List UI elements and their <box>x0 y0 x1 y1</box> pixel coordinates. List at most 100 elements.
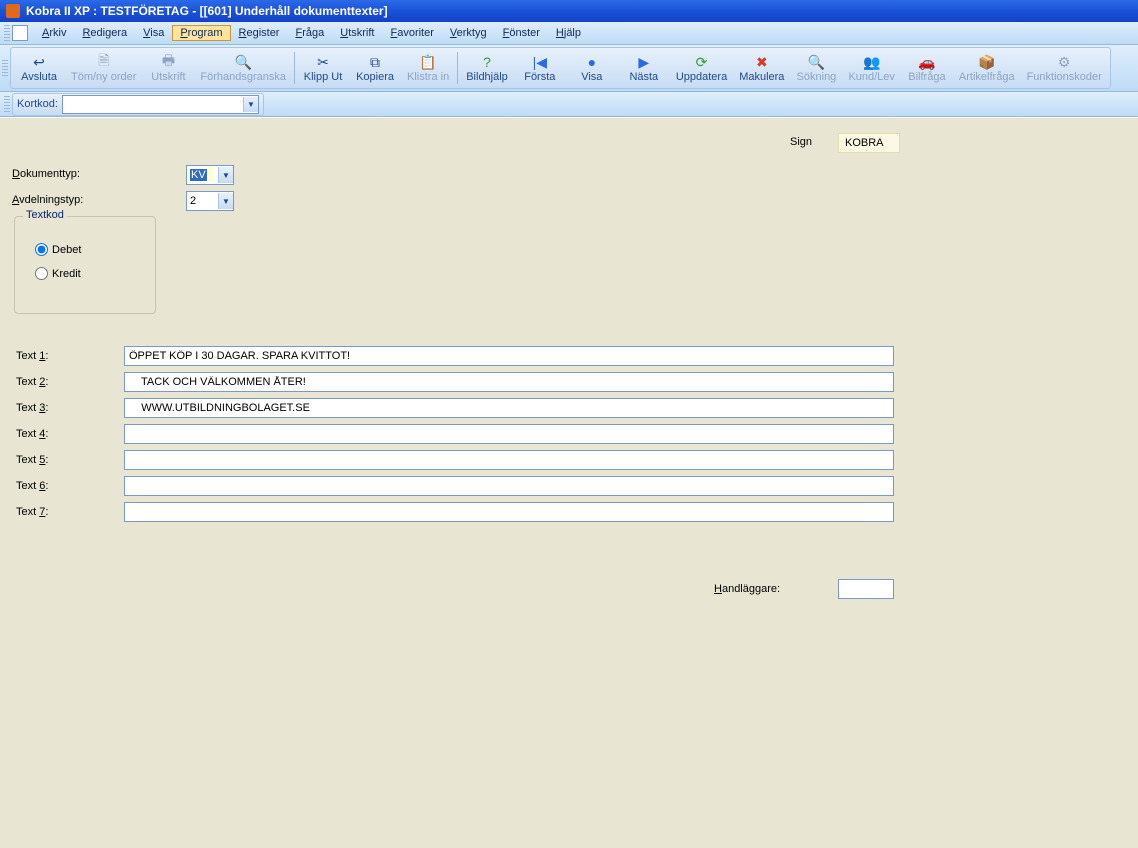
makulera-icon: ✖ <box>753 53 771 71</box>
funktionskoder-label: Funktionskoder <box>1027 71 1102 83</box>
grip-icon <box>2 60 8 76</box>
text7-label: Text 7: <box>16 506 48 518</box>
sign-value: KOBRA <box>838 133 900 153</box>
kredit-radio[interactable] <box>35 267 48 280</box>
kopiera-button[interactable]: ⧉Kopiera <box>349 48 401 88</box>
klistra-in-button: 📋Klistra in <box>401 48 455 88</box>
klipp-ut-button[interactable]: ✂Klipp Ut <box>297 48 349 88</box>
toolbar: ↩Avsluta🗎Töm/ny order🖶Utskrift🔍Förhandsg… <box>0 45 1138 92</box>
kredit-label: Kredit <box>52 268 81 280</box>
text6-label: Text 6: <box>16 480 48 492</box>
artikelfraga-button: 📦Artikelfråga <box>953 48 1021 88</box>
makulera-label: Makulera <box>739 71 784 83</box>
text3-input[interactable] <box>124 398 894 418</box>
textkod-group: Textkod Debet Kredit <box>14 216 156 314</box>
uppdatera-button[interactable]: ⟳Uppdatera <box>670 48 733 88</box>
text4-input[interactable] <box>124 424 894 444</box>
toolbar-separator <box>294 52 295 84</box>
handlaggare-label: Handläggare: <box>714 583 780 595</box>
bilfraga-button: 🚗Bilfråga <box>901 48 953 88</box>
kund-lev-button: 👥Kund/Lev <box>842 48 900 88</box>
content-area: Sign KOBRA Dokumenttyp: KV ▼ Avdelningst… <box>0 117 1138 848</box>
dokumenttyp-combo[interactable]: KV ▼ <box>186 165 234 185</box>
bildhjalp-button[interactable]: ?Bildhjälp <box>460 48 514 88</box>
document-icon <box>12 25 28 41</box>
text2-label: Text 2: <box>16 376 48 388</box>
dokumenttyp-value: KV <box>187 167 218 183</box>
kredit-radio-row[interactable]: Kredit <box>35 267 81 280</box>
tom-ny-order-label: Töm/ny order <box>71 71 136 83</box>
debet-radio[interactable] <box>35 243 48 256</box>
forsta-label: Första <box>524 71 555 83</box>
chevron-down-icon[interactable]: ▼ <box>218 193 233 209</box>
artikelfraga-icon: 📦 <box>978 53 996 71</box>
makulera-button[interactable]: ✖Makulera <box>733 48 790 88</box>
text2-input[interactable] <box>124 372 894 392</box>
avdelningstyp-value: 2 <box>187 193 218 209</box>
tom-ny-order-button: 🗎Töm/ny order <box>65 48 142 88</box>
utskrift-button: 🖶Utskrift <box>142 48 194 88</box>
uppdatera-icon: ⟳ <box>693 53 711 71</box>
textkod-legend: Textkod <box>23 209 67 221</box>
funktionskoder-button: ⚙Funktionskoder <box>1021 48 1108 88</box>
kortkod-combo[interactable]: ▼ <box>62 95 259 114</box>
chevron-down-icon[interactable]: ▼ <box>243 97 258 112</box>
text6-input[interactable] <box>124 476 894 496</box>
klistra-in-label: Klistra in <box>407 71 449 83</box>
tom-ny-order-icon: 🗎 <box>95 53 113 71</box>
forhandsgranska-label: Förhandsgranska <box>200 71 286 83</box>
kopiera-icon: ⧉ <box>366 53 384 71</box>
forhandsgranska-button: 🔍Förhandsgranska <box>194 48 292 88</box>
uppdatera-label: Uppdatera <box>676 71 727 83</box>
menu-favoriter[interactable]: Favoriter <box>382 25 441 41</box>
menu-utskrift[interactable]: Utskrift <box>332 25 382 41</box>
menu-hjälp[interactable]: Hjälp <box>548 25 589 41</box>
bilfraga-label: Bilfråga <box>908 71 945 83</box>
kund-lev-icon: 👥 <box>863 53 881 71</box>
menu-fråga[interactable]: Fråga <box>287 25 332 41</box>
text5-label: Text 5: <box>16 454 48 466</box>
avdelningstyp-combo[interactable]: 2 ▼ <box>186 191 234 211</box>
menu-arkiv[interactable]: Arkiv <box>34 25 74 41</box>
debet-radio-row[interactable]: Debet <box>35 243 81 256</box>
kortkod-bar: Kortkod: ▼ <box>0 92 1138 117</box>
chevron-down-icon[interactable]: ▼ <box>218 167 233 183</box>
visa-button[interactable]: ●Visa <box>566 48 618 88</box>
klistra-in-icon: 📋 <box>419 53 437 71</box>
menu-register[interactable]: Register <box>231 25 288 41</box>
forsta-button[interactable]: |◀Första <box>514 48 566 88</box>
sokning-button: 🔍Sökning <box>790 48 842 88</box>
artikelfraga-label: Artikelfråga <box>959 71 1015 83</box>
sign-label: Sign <box>790 136 812 148</box>
menu-verktyg[interactable]: Verktyg <box>442 25 495 41</box>
sokning-label: Sökning <box>797 71 837 83</box>
menu-program[interactable]: Program <box>172 25 230 41</box>
nasta-icon: ▶ <box>635 53 653 71</box>
text1-input[interactable] <box>124 346 894 366</box>
kortkod-label: Kortkod: <box>17 98 58 110</box>
utskrift-icon: 🖶 <box>159 53 177 71</box>
avdelningstyp-label: Avdelningstyp: <box>12 194 83 206</box>
grip-icon <box>4 25 10 41</box>
klipp-ut-label: Klipp Ut <box>304 71 343 83</box>
funktionskoder-icon: ⚙ <box>1055 53 1073 71</box>
title-bar: Kobra II XP : TESTFÖRETAG - [[601] Under… <box>0 0 1138 22</box>
avsluta-button[interactable]: ↩Avsluta <box>13 48 65 88</box>
menu-redigera[interactable]: Redigera <box>74 25 135 41</box>
text1-label: Text 1: <box>16 350 48 362</box>
text3-label: Text 3: <box>16 402 48 414</box>
text4-label: Text 4: <box>16 428 48 440</box>
kortkod-input[interactable] <box>63 97 243 112</box>
bildhjalp-icon: ? <box>478 53 496 71</box>
text7-input[interactable] <box>124 502 894 522</box>
avsluta-label: Avsluta <box>21 71 57 83</box>
forsta-icon: |◀ <box>531 53 549 71</box>
menu-fönster[interactable]: Fönster <box>495 25 548 41</box>
nasta-button[interactable]: ▶Nästa <box>618 48 670 88</box>
grip-icon <box>4 96 10 112</box>
menu-visa[interactable]: Visa <box>135 25 172 41</box>
forhandsgranska-icon: 🔍 <box>234 53 252 71</box>
handlaggare-input[interactable] <box>838 579 894 599</box>
utskrift-label: Utskrift <box>151 71 185 83</box>
text5-input[interactable] <box>124 450 894 470</box>
